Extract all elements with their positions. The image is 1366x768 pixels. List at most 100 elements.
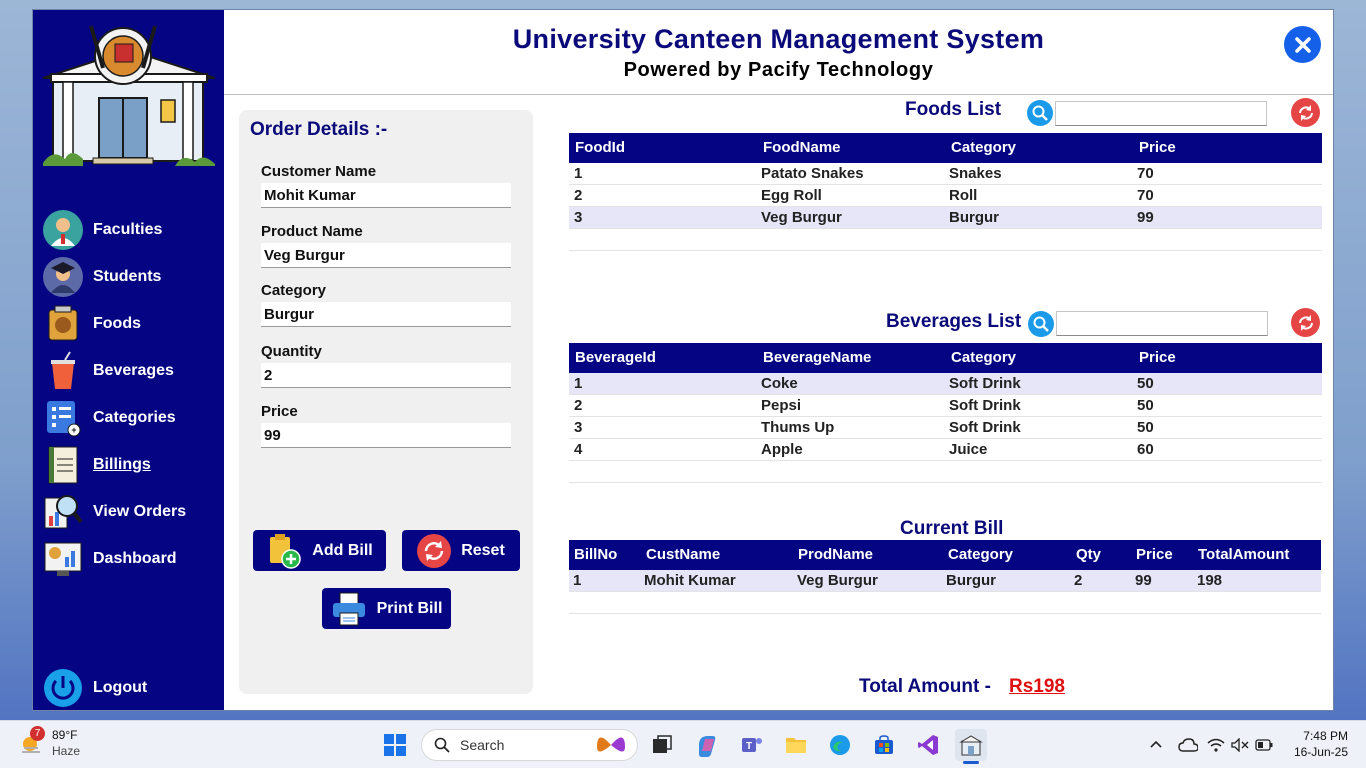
column-header[interactable]: Qty bbox=[1076, 540, 1101, 570]
column-header[interactable]: Price bbox=[1136, 540, 1173, 570]
column-header[interactable]: FoodId bbox=[575, 133, 625, 163]
system-tray-status[interactable] bbox=[1204, 729, 1276, 761]
print-bill-label: Print Bill bbox=[376, 599, 443, 617]
table-cell: Veg Burgur bbox=[761, 209, 842, 226]
column-header[interactable]: Price bbox=[1139, 343, 1176, 373]
table-row[interactable]: 2 Egg Roll Roll 70 bbox=[569, 185, 1322, 207]
temperature: 89°F bbox=[52, 728, 78, 742]
task-view-button[interactable] bbox=[646, 729, 678, 761]
customer-name-input[interactable] bbox=[261, 183, 511, 208]
beverages-table-header: BeverageId BeverageName Category Price bbox=[569, 343, 1322, 373]
canteen-app-button[interactable] bbox=[955, 729, 987, 764]
bill-table-header: BillNo CustName ProdName Category Qty Pr… bbox=[569, 540, 1321, 570]
table-row[interactable]: 4 Apple Juice 60 bbox=[569, 439, 1322, 461]
column-header[interactable]: TotalAmount bbox=[1198, 540, 1289, 570]
beverage-icon bbox=[43, 351, 83, 391]
categories-icon: + bbox=[43, 398, 83, 438]
column-header[interactable]: FoodName bbox=[763, 133, 841, 163]
foods-table-header: FoodId FoodName Category Price bbox=[569, 133, 1322, 163]
table-cell: 4 bbox=[574, 441, 583, 458]
product-name-input[interactable] bbox=[261, 243, 511, 268]
table-row[interactable]: 1 Patato Snakes Snakes 70 bbox=[569, 163, 1322, 185]
table-cell: 1 bbox=[574, 375, 583, 392]
svg-text:T: T bbox=[746, 741, 752, 752]
logout-button[interactable]: Logout bbox=[43, 668, 218, 708]
table-cell: 50 bbox=[1137, 397, 1154, 414]
teams-icon: T bbox=[742, 738, 762, 752]
reset-button[interactable]: Reset bbox=[402, 530, 520, 571]
start-button[interactable] bbox=[379, 729, 411, 761]
copilot-icon bbox=[699, 736, 716, 757]
sidebar-item-label: Faculties bbox=[93, 221, 163, 238]
sidebar-item-view-orders[interactable]: View Orders bbox=[43, 492, 218, 532]
beverages-search-button[interactable] bbox=[1028, 311, 1054, 337]
onedrive-button[interactable] bbox=[1172, 729, 1204, 761]
column-header[interactable]: Category bbox=[951, 133, 1016, 163]
taskbar: 7 89°F Haze Search T 7:48 PM 16-Jun-25 bbox=[0, 720, 1366, 768]
store-button[interactable] bbox=[868, 729, 900, 761]
column-header[interactable]: ProdName bbox=[798, 540, 873, 570]
table-row[interactable]: 1 Coke Soft Drink 50 bbox=[569, 373, 1322, 395]
table-empty-row bbox=[569, 461, 1322, 483]
close-icon bbox=[1294, 36, 1311, 53]
show-hidden-icons-button[interactable] bbox=[1140, 729, 1172, 761]
print-bill-button[interactable]: Print Bill bbox=[322, 588, 451, 629]
table-row[interactable]: 1 Mohit Kumar Veg Burgur Burgur 2 99 198 bbox=[569, 570, 1321, 592]
category-input[interactable] bbox=[261, 302, 511, 327]
foods-list-title: Foods List bbox=[905, 99, 1002, 120]
sidebar-item-beverages[interactable]: Beverages bbox=[43, 351, 218, 391]
svg-text:+: + bbox=[71, 425, 76, 435]
taskbar-search-placeholder: Search bbox=[460, 737, 505, 753]
sidebar-item-label: Beverages bbox=[93, 362, 174, 379]
visual-studio-button[interactable] bbox=[912, 729, 944, 761]
column-header[interactable]: Category bbox=[948, 540, 1013, 570]
sidebar-item-billings[interactable]: Billings bbox=[43, 445, 218, 485]
sidebar-item-foods[interactable]: Foods bbox=[43, 304, 218, 344]
weather-widget[interactable]: 7 89°F Haze bbox=[18, 726, 81, 759]
table-row[interactable]: 3 Veg Burgur Burgur 99 bbox=[569, 207, 1322, 229]
sidebar-item-faculties[interactable]: Faculties bbox=[43, 210, 218, 250]
column-header[interactable]: BeverageId bbox=[575, 343, 656, 373]
quantity-input[interactable] bbox=[261, 363, 511, 388]
column-header[interactable]: Category bbox=[951, 343, 1016, 373]
price-input[interactable] bbox=[261, 423, 511, 448]
foods-search-input[interactable] bbox=[1055, 101, 1267, 126]
foods-refresh-button[interactable] bbox=[1291, 98, 1320, 127]
add-bill-label: Add Bill bbox=[312, 541, 373, 559]
table-empty-row bbox=[569, 229, 1322, 251]
teams-button[interactable]: T bbox=[736, 729, 768, 761]
clock[interactable]: 7:48 PM 16-Jun-25 bbox=[1294, 728, 1348, 760]
beverages-search-input[interactable] bbox=[1056, 311, 1268, 336]
table-cell: Juice bbox=[949, 441, 988, 458]
column-header[interactable]: BillNo bbox=[574, 540, 617, 570]
bill-icon bbox=[43, 445, 83, 485]
edge-button[interactable] bbox=[824, 729, 856, 761]
table-cell: 198 bbox=[1197, 572, 1223, 589]
table-cell: Burgur bbox=[949, 209, 999, 226]
column-header[interactable]: Price bbox=[1139, 133, 1176, 163]
sidebar-item-label: Categories bbox=[93, 409, 176, 426]
printer-icon bbox=[332, 592, 365, 625]
windows-icon bbox=[384, 734, 406, 756]
column-header[interactable]: BeverageName bbox=[763, 343, 871, 373]
table-cell: Patato Snakes bbox=[761, 165, 864, 182]
sidebar-item-dashboard[interactable]: Dashboard bbox=[43, 539, 218, 579]
foods-search-button[interactable] bbox=[1027, 100, 1053, 126]
weather-condition: Haze bbox=[52, 744, 81, 758]
column-header[interactable]: CustName bbox=[646, 540, 720, 570]
taskbar-search[interactable]: Search bbox=[421, 729, 638, 761]
file-explorer-button[interactable] bbox=[780, 729, 812, 761]
table-cell: Thums Up bbox=[761, 419, 835, 436]
sidebar-item-students[interactable]: Students bbox=[43, 257, 218, 297]
sidebar-item-categories[interactable]: + Categories bbox=[43, 398, 218, 438]
table-cell: 60 bbox=[1137, 441, 1154, 458]
table-cell: 99 bbox=[1137, 209, 1154, 226]
add-bill-button[interactable]: Add Bill bbox=[253, 530, 386, 571]
copilot-button[interactable] bbox=[691, 729, 723, 761]
clock-date: 16-Jun-25 bbox=[1293, 745, 1348, 759]
table-row[interactable]: 3 Thums Up Soft Drink 50 bbox=[569, 417, 1322, 439]
beverages-refresh-button[interactable] bbox=[1291, 308, 1320, 337]
table-row[interactable]: 2 Pepsi Soft Drink 50 bbox=[569, 395, 1322, 417]
close-button[interactable] bbox=[1284, 26, 1321, 63]
current-bill-title: Current Bill bbox=[900, 518, 1004, 539]
